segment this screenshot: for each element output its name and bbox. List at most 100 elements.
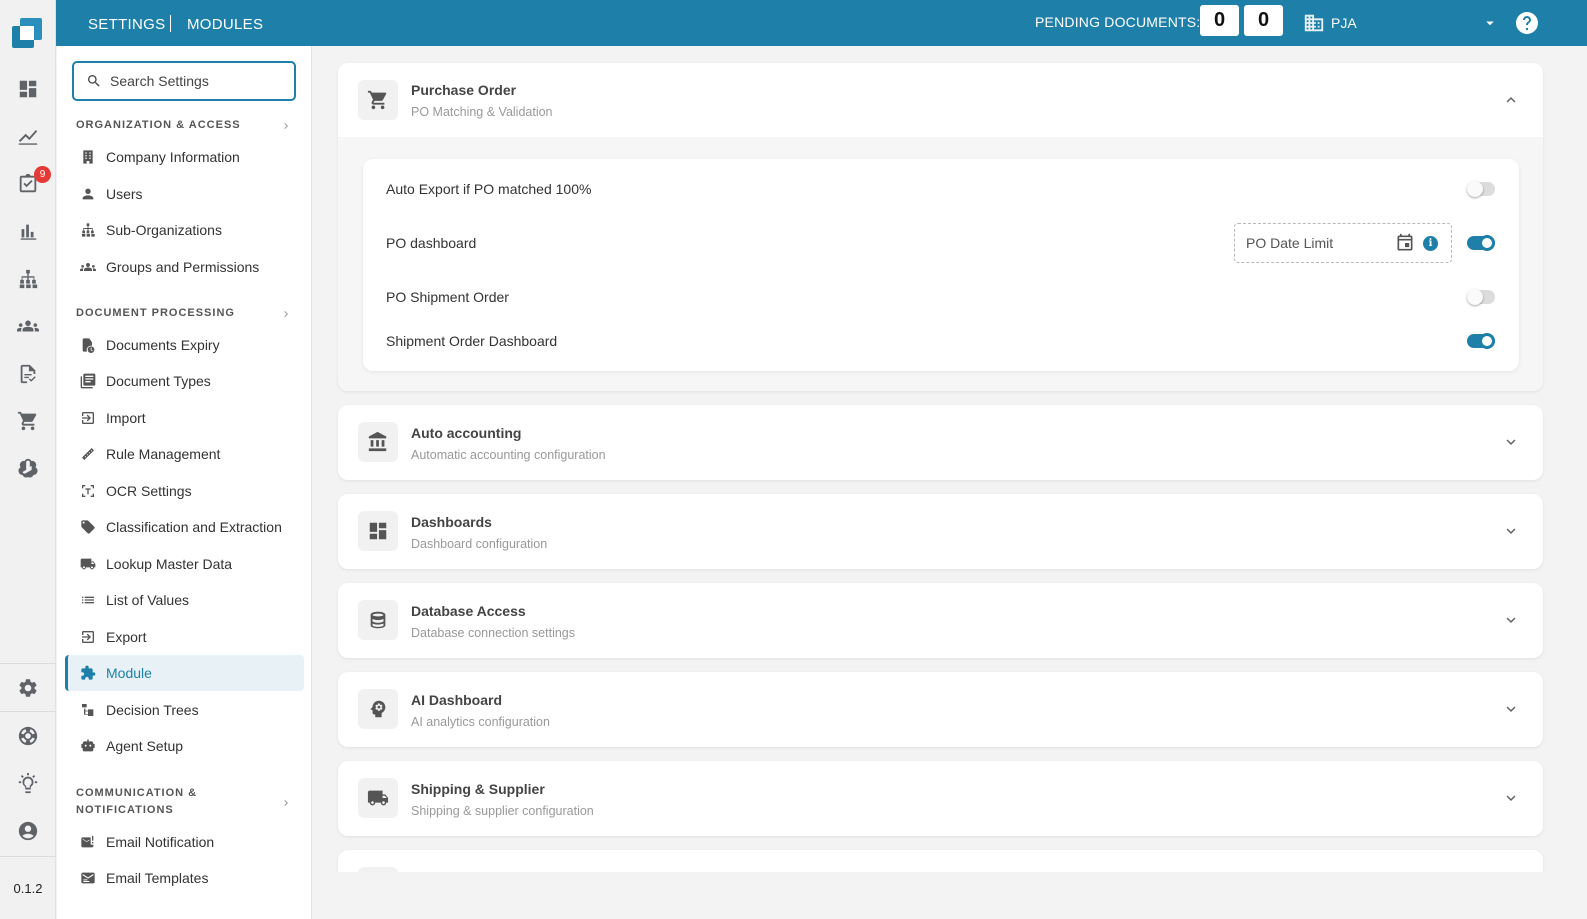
notification-badge: 9 xyxy=(34,166,51,183)
nav-ocr-settings[interactable]: OCR Settings xyxy=(65,473,304,509)
nav-label: Agent Setup xyxy=(106,738,184,754)
nav-document-types[interactable]: Document Types xyxy=(65,363,304,399)
nav-agent-setup[interactable]: Agent Setup xyxy=(65,728,304,764)
module-subtitle: Database connection settings xyxy=(411,626,575,640)
chevron-down-icon[interactable] xyxy=(1502,522,1520,540)
groups-icon[interactable] xyxy=(14,312,42,340)
auto-export-toggle[interactable] xyxy=(1467,181,1495,197)
groups-icon xyxy=(79,258,97,276)
setting-label: Auto Export if PO matched 100% xyxy=(386,181,592,197)
nav-lookup-master-data[interactable]: Lookup Master Data xyxy=(65,546,304,582)
po-shipment-order-toggle[interactable] xyxy=(1467,289,1495,305)
chevron-right-icon[interactable] xyxy=(280,308,292,320)
nav-label: Classification and Extraction xyxy=(106,519,282,535)
module-card-partial[interactable] xyxy=(338,850,1543,872)
chevron-down-icon[interactable] xyxy=(1502,700,1520,718)
nav-groups-permissions[interactable]: Groups and Permissions xyxy=(65,249,304,285)
hierarchy-icon xyxy=(79,221,97,239)
lightbulb-icon[interactable] xyxy=(14,770,42,798)
settings-sidebar: ORGANIZATION & ACCESS Company Informatio… xyxy=(57,46,312,919)
calendar-icon[interactable] xyxy=(1395,233,1415,253)
section-organization-access[interactable]: ORGANIZATION & ACCESS xyxy=(76,117,246,134)
module-title: Shipping & Supplier xyxy=(411,781,545,797)
nav-label: Rule Management xyxy=(106,446,221,462)
toggle-knob xyxy=(1479,333,1495,349)
module-title: AI Dashboard xyxy=(411,692,503,708)
account-icon[interactable] xyxy=(14,817,42,845)
hierarchy-icon[interactable] xyxy=(14,265,42,293)
ai-icon[interactable] xyxy=(14,454,42,482)
nav-sub-organizations[interactable]: Sub-Organizations xyxy=(65,212,304,248)
shipment-order-dashboard-toggle[interactable] xyxy=(1467,333,1495,349)
nav-email-templates[interactable]: Email Templates xyxy=(65,860,304,896)
pending-documents-label: PENDING DOCUMENTS: xyxy=(1035,14,1201,30)
breadcrumb-settings[interactable]: SETTINGS xyxy=(88,16,165,33)
search-icon xyxy=(88,75,100,87)
module-subtitle: AI analytics configuration xyxy=(411,715,550,729)
nav-label: Export xyxy=(106,629,147,645)
nav-rule-management[interactable]: Rule Management xyxy=(65,436,304,472)
bar-chart-icon[interactable] xyxy=(14,217,42,245)
po-dashboard-toggle[interactable] xyxy=(1467,235,1495,251)
module-card-shipping-supplier[interactable]: Shipping & Supplier Shipping & supplier … xyxy=(338,761,1543,836)
nav-users[interactable]: Users xyxy=(65,176,304,212)
nav-decision-trees[interactable]: Decision Trees xyxy=(65,692,304,728)
app-logo[interactable] xyxy=(10,16,44,50)
nav-import[interactable]: Import xyxy=(65,400,304,436)
nav-module[interactable]: Module xyxy=(65,655,304,691)
section-document-processing[interactable]: DOCUMENT PROCESSING xyxy=(76,305,246,322)
support-icon[interactable] xyxy=(14,722,42,750)
dashboard-icon xyxy=(358,511,398,551)
section-communication-notifications[interactable]: COMMUNICATION & NOTIFICATIONS xyxy=(76,785,246,819)
organization-selector[interactable]: PJA xyxy=(1331,15,1357,31)
pending-count-box[interactable]: 0 xyxy=(1244,5,1283,36)
document-check-icon[interactable] xyxy=(14,360,42,388)
module-title: Auto accounting xyxy=(411,425,522,441)
tags-icon xyxy=(79,518,97,536)
nav-company-information[interactable]: Company Information xyxy=(65,139,304,175)
chevron-right-icon[interactable] xyxy=(280,797,292,809)
setting-label: PO Shipment Order xyxy=(386,289,509,305)
nav-list-of-values[interactable]: List of Values xyxy=(65,582,304,618)
module-card-dashboards[interactable]: Dashboards Dashboard configuration xyxy=(338,494,1543,569)
dropdown-arrow-icon[interactable] xyxy=(1481,14,1499,32)
module-card-database-access[interactable]: Database Access Database connection sett… xyxy=(338,583,1543,658)
settings-icon[interactable] xyxy=(14,674,42,702)
module-card-header[interactable]: Purchase Order PO Matching & Validation xyxy=(338,63,1543,137)
chevron-right-icon[interactable] xyxy=(280,120,292,132)
trend-icon[interactable] xyxy=(14,122,42,150)
toggle-knob xyxy=(1467,181,1483,197)
cart-icon[interactable] xyxy=(14,407,42,435)
import-icon xyxy=(79,409,97,427)
nav-export[interactable]: Export xyxy=(65,619,304,655)
nav-label: OCR Settings xyxy=(106,483,192,499)
module-card-auto-accounting[interactable]: Auto accounting Automatic accounting con… xyxy=(338,405,1543,480)
search-box[interactable] xyxy=(72,61,296,101)
building-icon xyxy=(79,148,97,166)
list-icon xyxy=(79,591,97,609)
chevron-down-icon[interactable] xyxy=(1502,433,1520,451)
nav-email-notification[interactable]: Email Notification xyxy=(65,824,304,860)
po-date-limit-field[interactable]: PO Date Limit i xyxy=(1234,223,1452,263)
rail-divider xyxy=(0,856,56,857)
ai-head-icon xyxy=(358,689,398,729)
export-icon xyxy=(79,628,97,646)
database-icon xyxy=(358,600,398,640)
nav-documents-expiry[interactable]: Documents Expiry xyxy=(65,327,304,363)
module-card-ai-dashboard[interactable]: AI Dashboard AI analytics configuration xyxy=(338,672,1543,747)
nav-classification-extraction[interactable]: Classification and Extraction xyxy=(65,509,304,545)
help-icon[interactable] xyxy=(1515,11,1539,35)
breadcrumb-separator xyxy=(170,15,171,32)
cart-icon xyxy=(358,80,398,120)
dashboard-icon[interactable] xyxy=(14,75,42,103)
chevron-down-icon[interactable] xyxy=(1502,611,1520,629)
chevron-down-icon[interactable] xyxy=(1502,789,1520,807)
robot-icon xyxy=(79,737,97,755)
mail-template-icon xyxy=(79,869,97,887)
search-input[interactable] xyxy=(110,73,290,89)
chevron-up-icon[interactable] xyxy=(1502,91,1520,109)
app-rail: 9 0.1.2 xyxy=(0,0,56,919)
pending-count-box[interactable]: 0 xyxy=(1200,5,1239,36)
info-icon[interactable]: i xyxy=(1423,236,1438,251)
bank-icon xyxy=(358,422,398,462)
